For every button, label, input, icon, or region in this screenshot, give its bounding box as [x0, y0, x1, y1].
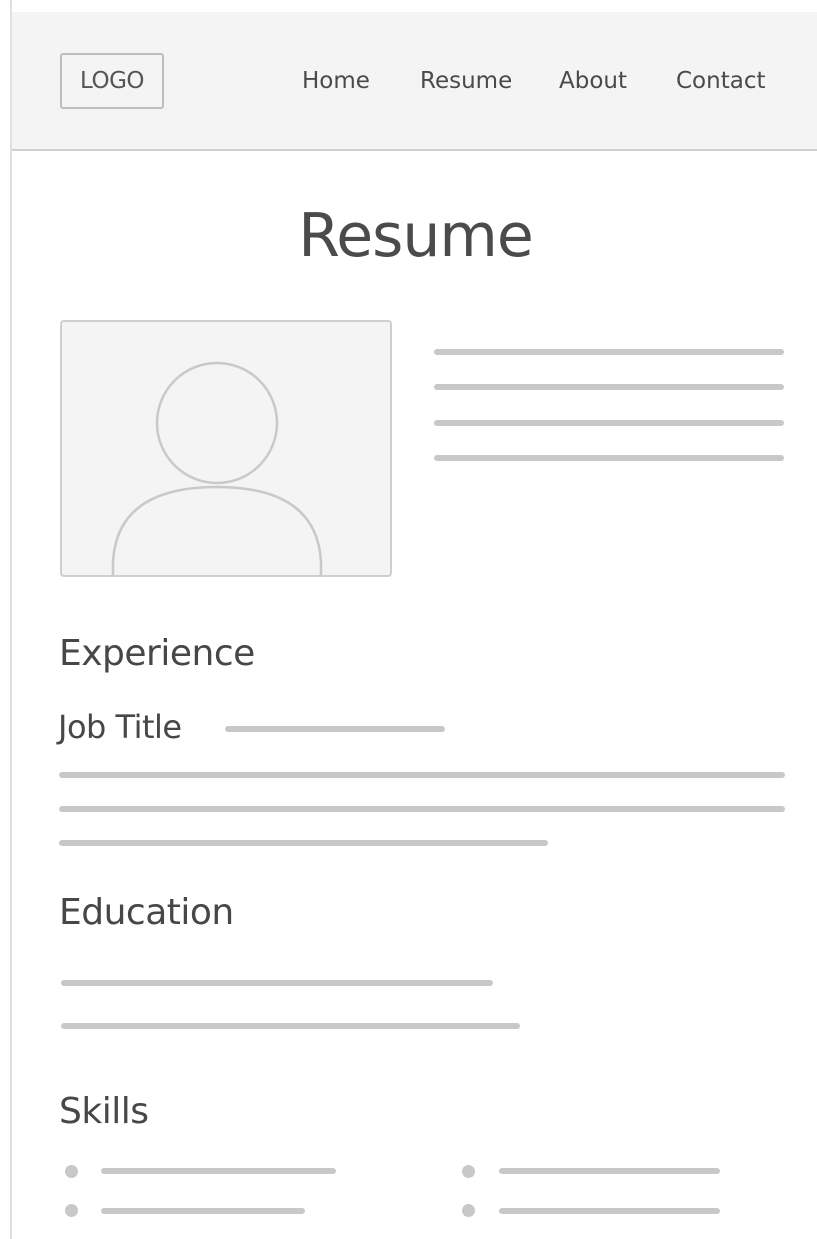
education-text-line	[61, 1023, 520, 1029]
skill-line	[101, 1208, 305, 1214]
experience-text-line	[59, 840, 548, 846]
skill-line	[499, 1208, 720, 1214]
experience-text-line	[59, 806, 785, 812]
education-heading: Education	[59, 892, 234, 933]
profile-text-line	[434, 384, 784, 390]
logo[interactable]: LOGO	[60, 53, 164, 109]
nav-link-contact[interactable]: Contact	[676, 64, 765, 98]
profile-text-line	[434, 455, 784, 461]
skill-bullet	[462, 1204, 475, 1217]
skill-line	[101, 1168, 336, 1174]
nav-link-home[interactable]: Home	[302, 64, 370, 98]
profile-photo	[60, 320, 392, 577]
skill-line	[499, 1168, 720, 1174]
nav-link-about[interactable]: About	[559, 64, 627, 98]
skill-bullet	[65, 1204, 78, 1217]
site-header: LOGO Home Resume About Contact	[12, 12, 817, 151]
skills-heading: Skills	[59, 1091, 149, 1132]
education-text-line	[61, 980, 493, 986]
experience-text-line	[59, 772, 785, 778]
profile-text-line	[434, 420, 784, 426]
user-avatar-placeholder-icon	[111, 361, 323, 575]
profile-text-line	[434, 349, 784, 355]
job-date-line	[225, 726, 445, 732]
skill-bullet	[462, 1165, 475, 1178]
page-title: Resume	[298, 201, 534, 271]
skill-bullet	[65, 1165, 78, 1178]
job-title: Job Title	[58, 708, 182, 746]
nav-link-resume[interactable]: Resume	[420, 64, 512, 98]
resume-page: LOGO Home Resume About Contact Resume Ex…	[10, 0, 817, 1239]
experience-heading: Experience	[59, 633, 255, 674]
